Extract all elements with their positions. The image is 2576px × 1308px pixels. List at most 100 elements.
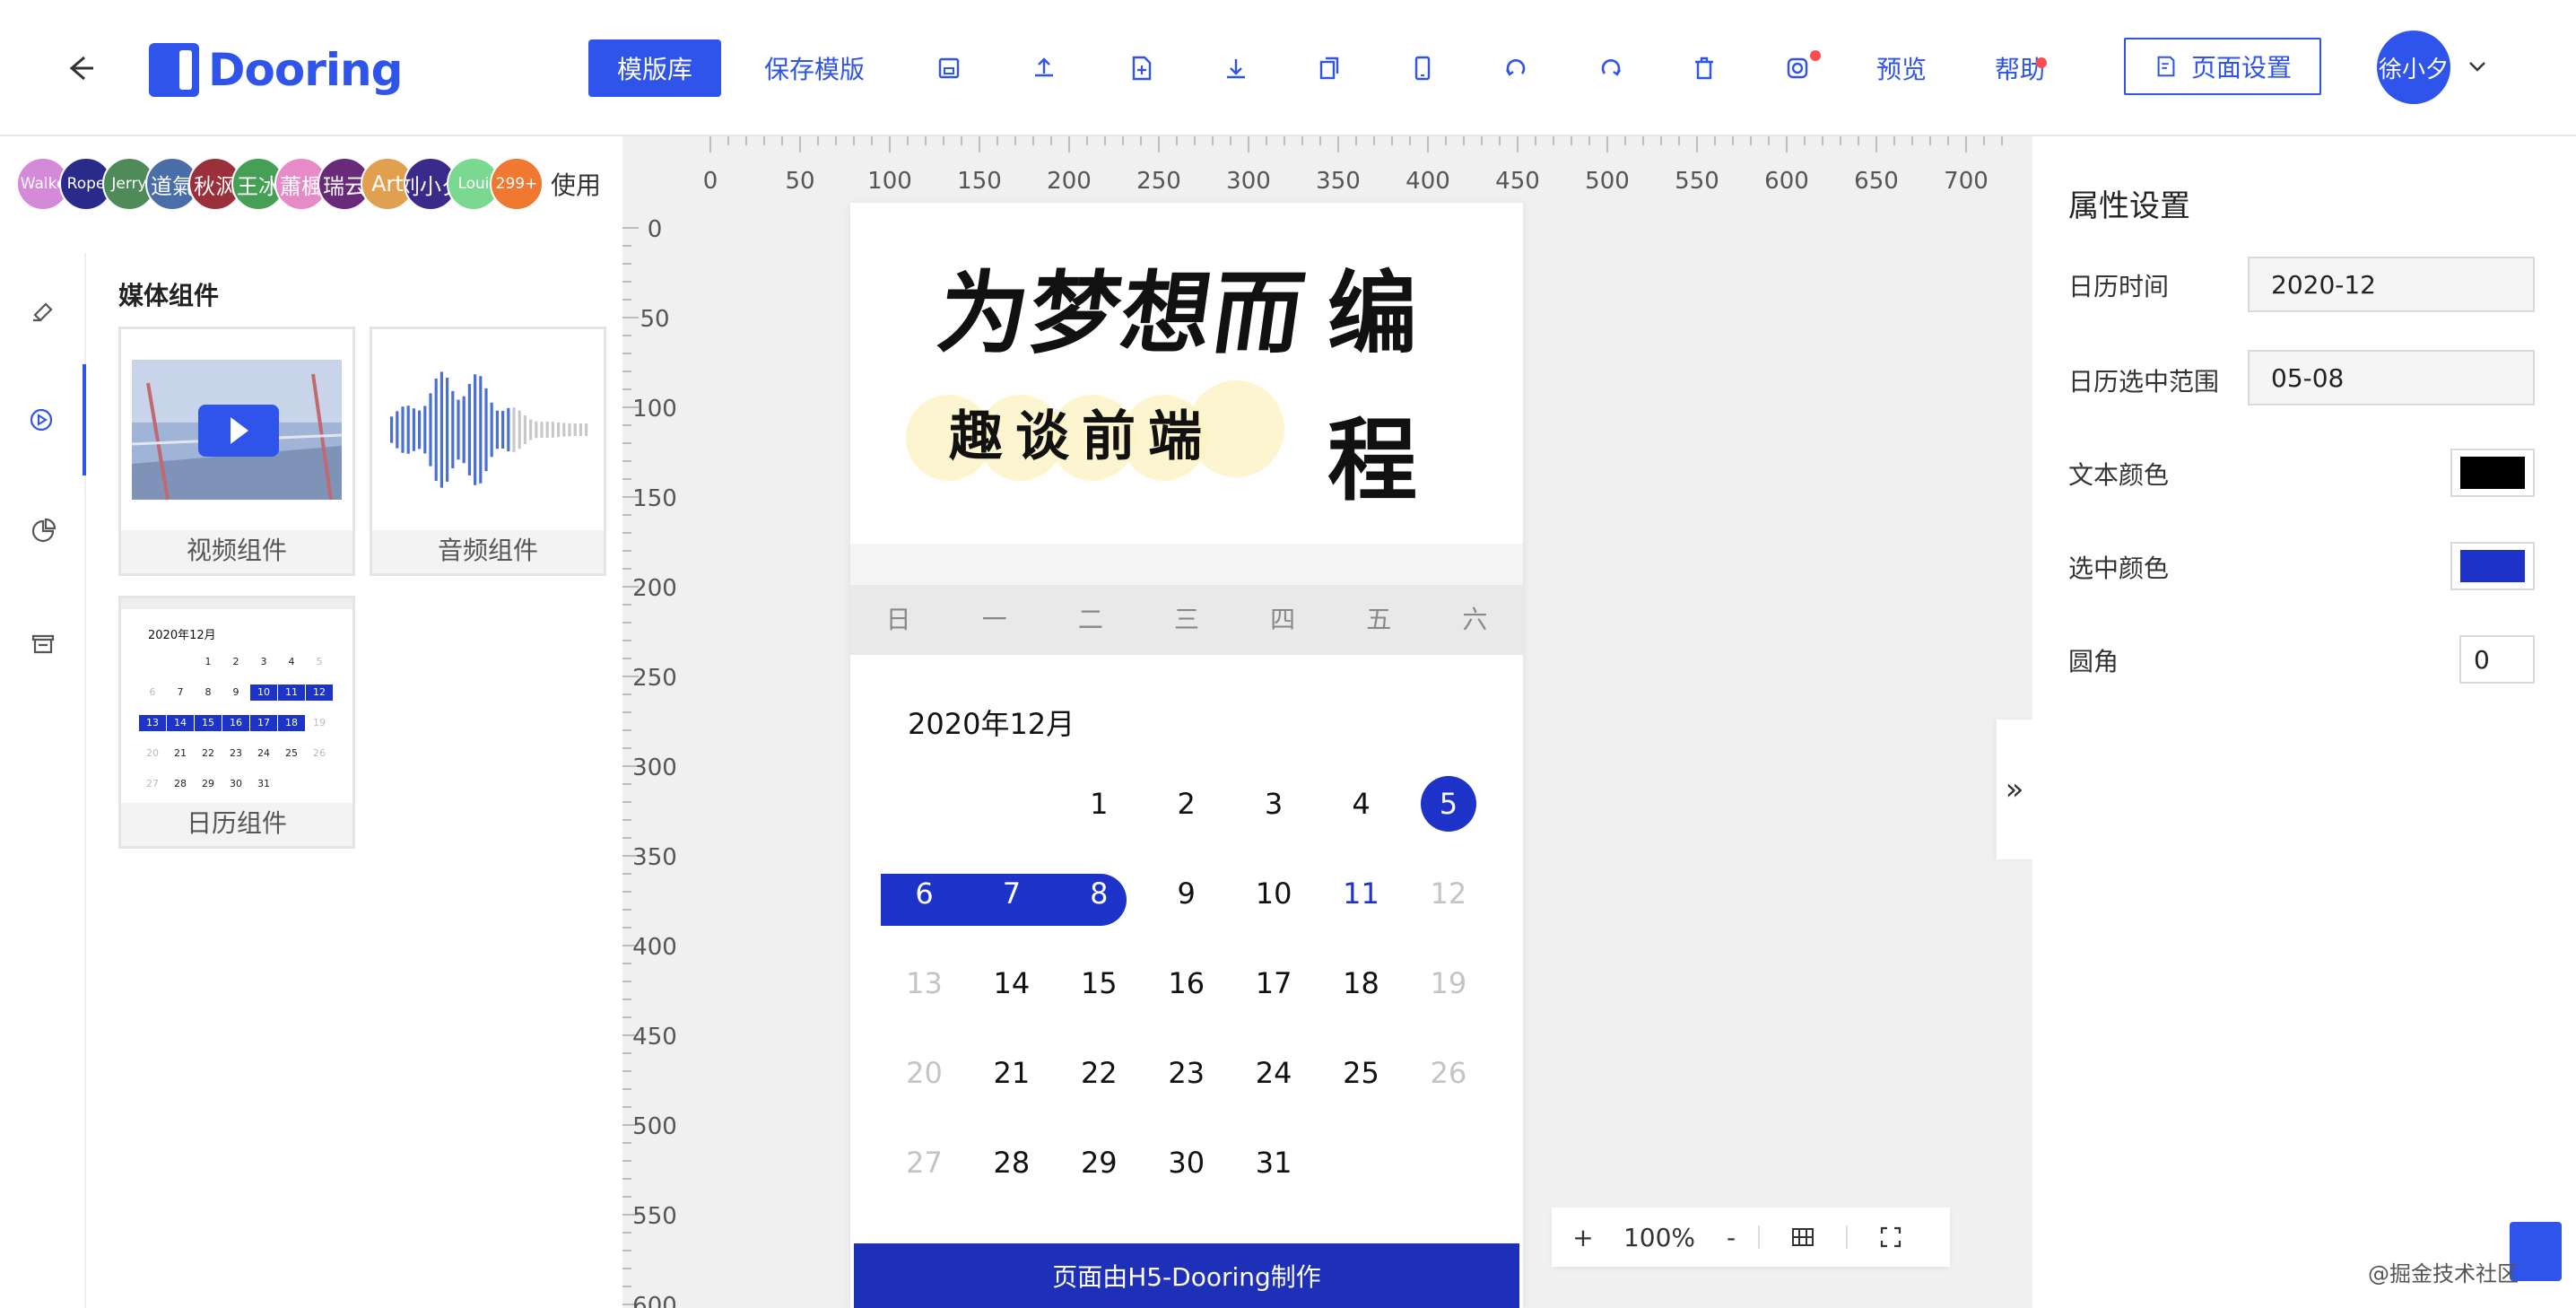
property-panel: 属性设置 日历时间 2020-12 日历选中范围 05-08 文本颜色 选中颜色…: [2032, 136, 2576, 1308]
download-icon[interactable]: [1218, 50, 1254, 86]
new-file-icon[interactable]: [1123, 50, 1159, 86]
calendar-day[interactable]: 12: [1405, 849, 1492, 938]
zoom-out-button[interactable]: -: [1704, 1223, 1758, 1252]
redo-icon[interactable]: [1593, 50, 1629, 86]
fullscreen-icon[interactable]: [1848, 1224, 1934, 1251]
mini-calendar-day: 22: [202, 747, 214, 759]
text-color-label: 文本颜色: [2068, 460, 2170, 490]
dooring-logo[interactable]: Dooring: [149, 41, 403, 99]
undo-icon[interactable]: [1498, 50, 1534, 86]
text-color-picker[interactable]: [2450, 449, 2535, 497]
calendar-day[interactable]: 26: [1405, 1028, 1492, 1118]
waveform-bar: [401, 406, 405, 453]
sidebar-item-media[interactable]: [0, 364, 86, 475]
calendar-day[interactable]: 19: [1405, 938, 1492, 1028]
delete-icon[interactable]: [1686, 50, 1722, 86]
calendar-day[interactable]: 14: [968, 938, 1055, 1028]
calendar-day[interactable]: 1: [1056, 759, 1143, 849]
copy-icon[interactable]: [1311, 50, 1347, 86]
template-library-button[interactable]: 模版库: [588, 39, 721, 97]
calendar-day[interactable]: 3: [1231, 759, 1318, 849]
grid-icon[interactable]: [1760, 1224, 1846, 1251]
save-icon[interactable]: [931, 50, 967, 86]
calendar-day-number: 7: [1002, 876, 1022, 911]
page-settings-button[interactable]: 页面设置: [2124, 38, 2321, 95]
calendar-day[interactable]: 17: [1231, 938, 1318, 1028]
calendar-day[interactable]: 29: [1056, 1118, 1143, 1208]
calendar-day[interactable]: 31: [1231, 1118, 1318, 1208]
calendar-day[interactable]: 27: [881, 1118, 968, 1208]
calendar-day[interactable]: 10: [1231, 849, 1318, 938]
sidebar-item-visual[interactable]: [0, 475, 86, 587]
calendar-day[interactable]: 20: [881, 1028, 968, 1118]
help-button[interactable]: 帮助: [1995, 39, 2045, 97]
ruler-tick-label: 300: [1226, 168, 1271, 195]
audio-component-card[interactable]: 音频组件: [370, 327, 606, 576]
upload-icon[interactable]: [1026, 50, 1062, 86]
mini-calendar-day: 30: [230, 778, 242, 789]
selected-color-picker[interactable]: [2450, 542, 2535, 590]
calendar-day[interactable]: 7: [968, 849, 1055, 938]
mini-calendar-day: 19: [313, 717, 326, 728]
user-avatar-small[interactable]: 299+: [490, 157, 544, 211]
calendar-thumbnail: 2020年12月 1 2 3 4 5 6 7 8 9 10 11 12 13 14 15 16 17 18 19 20…: [121, 598, 352, 803]
calendar-day[interactable]: 13: [881, 938, 968, 1028]
user-avatar[interactable]: 徐小夕: [2377, 31, 2450, 104]
calendar-component-card[interactable]: 2020年12月 1 2 3 4 5 6 7 8 9 10 11 12 13 14 15 16 17 18 19 20…: [118, 596, 355, 849]
sidebar-item-shop[interactable]: [0, 587, 86, 698]
play-circle-icon: [30, 408, 53, 432]
ruler-tick-label: 0: [648, 216, 663, 243]
calendar-day[interactable]: 21: [968, 1028, 1055, 1118]
door-icon: [149, 43, 199, 97]
waveform-bar: [451, 390, 455, 469]
selected-color-swatch: [2460, 550, 2525, 582]
sidebar-item-basic[interactable]: [0, 253, 86, 364]
save-template-button[interactable]: 保存模版: [764, 39, 865, 97]
mobile-icon[interactable]: [1405, 50, 1440, 86]
calendar-day[interactable]: 28: [968, 1118, 1055, 1208]
h5-canvas[interactable]: 为梦想而 编 趣谈前端 程 日一二三四五六 2020年12月 123456789…: [850, 203, 1523, 1308]
preview-button[interactable]: 预览: [1876, 39, 1927, 97]
expand-right-icon[interactable]: »: [1997, 719, 2032, 859]
calendar-day[interactable]: 23: [1143, 1028, 1230, 1118]
calendar-day[interactable]: 8: [1056, 849, 1143, 938]
calendar-day-number: 14: [993, 966, 1031, 1000]
calendar-day[interactable]: 24: [1231, 1028, 1318, 1118]
calendar-day[interactable]: 6: [881, 849, 968, 938]
calendar-day[interactable]: 11: [1318, 849, 1405, 938]
calendar-date-input[interactable]: 2020-12: [2248, 257, 2535, 312]
calendar-day[interactable]: 25: [1318, 1028, 1405, 1118]
calendar-day[interactable]: 18: [1318, 938, 1405, 1028]
audio-waveform: [372, 329, 604, 530]
calendar-day[interactable]: 4: [1318, 759, 1405, 849]
calendar-day-number: 1: [1090, 787, 1109, 821]
calendar-day[interactable]: 16: [1143, 938, 1230, 1028]
waveform-bar: [490, 402, 493, 458]
calendar-day-number: 20: [906, 1056, 943, 1090]
hero-image[interactable]: 为梦想而 编 趣谈前端 程: [850, 203, 1523, 544]
calendar-day[interactable]: 22: [1056, 1028, 1143, 1118]
calendar-day-number: 22: [1080, 1056, 1118, 1090]
help-badge-dot: [2036, 57, 2047, 68]
mini-calendar-day: 23: [230, 747, 242, 759]
calendar-day[interactable]: 5: [1405, 759, 1492, 849]
mini-calendar-day: 14: [167, 715, 194, 731]
pie-chart-icon: [31, 518, 57, 543]
mini-calendar-day: 9: [232, 686, 239, 698]
calendar-day[interactable]: 15: [1056, 938, 1143, 1028]
made-by-footer[interactable]: 页面由H5-Dooring制作: [854, 1243, 1519, 1308]
video-component-card[interactable]: 视频组件: [118, 327, 355, 576]
waveform-bar: [573, 423, 577, 437]
calendar-day[interactable]: 30: [1143, 1118, 1230, 1208]
waveform-bar: [535, 421, 538, 439]
border-radius-input[interactable]: 0: [2459, 635, 2535, 684]
selected-range-input[interactable]: 05-08: [2248, 350, 2535, 405]
logo-text: Dooring: [208, 44, 403, 96]
mini-calendar-title: 2020年12月: [148, 629, 216, 642]
back-arrow-icon[interactable]: [57, 47, 100, 90]
calendar-day[interactable]: 9: [1143, 849, 1230, 938]
chevron-down-icon[interactable]: [2463, 52, 2492, 81]
zoom-in-button[interactable]: +: [1552, 1223, 1614, 1252]
hero-spacer: [850, 544, 1523, 585]
calendar-day[interactable]: 2: [1143, 759, 1230, 849]
